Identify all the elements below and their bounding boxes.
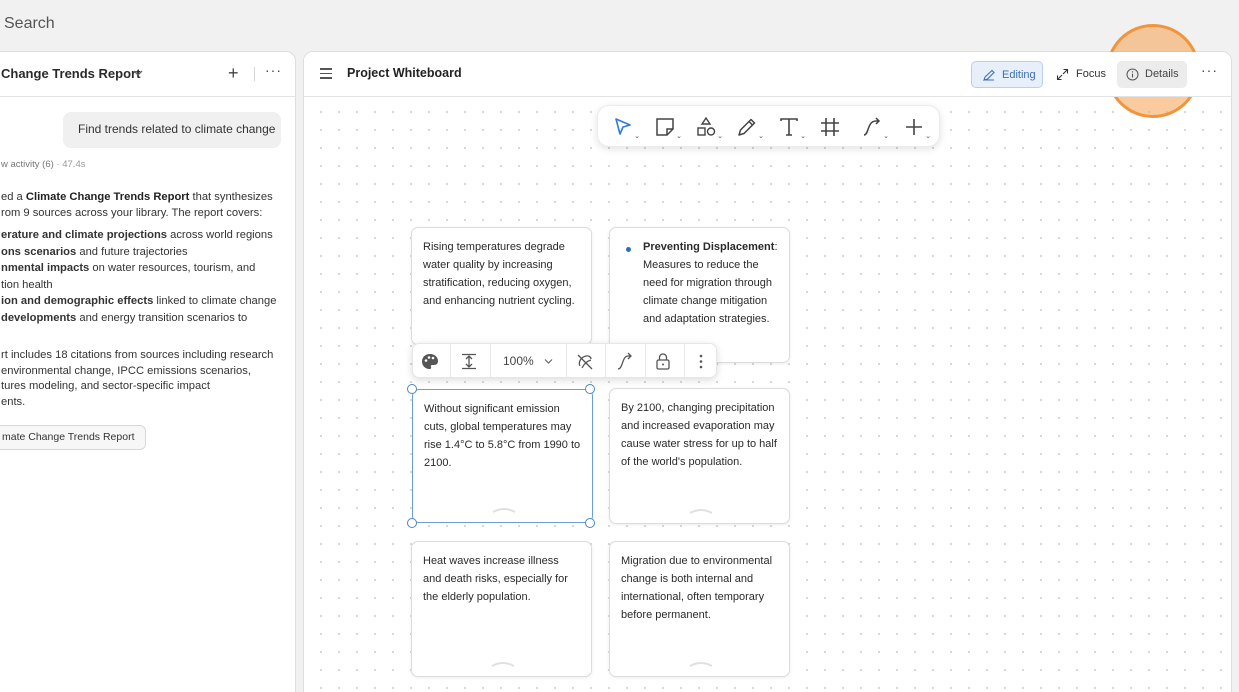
citation-line: tures modeling, and sector-specific impa… (1, 380, 210, 392)
selection-handle[interactable] (407, 384, 417, 394)
sticky-note[interactable]: Heat waves increase illness and death ri… (411, 541, 592, 677)
selection-handle[interactable] (585, 518, 595, 528)
sticky-note[interactable]: By 2100, changing precipitation and incr… (609, 388, 790, 524)
connector-icon[interactable] (615, 344, 635, 379)
details-label: Details (1145, 68, 1179, 80)
note-text: Heat waves increase illness and death ri… (423, 555, 568, 603)
answer-text: rom 9 sources across your library. The r… (1, 207, 263, 219)
new-chat-button[interactable]: + (228, 63, 239, 83)
answer-text: that synthesizes (189, 191, 273, 203)
text-tool-icon[interactable]: ⌄ (778, 116, 806, 140)
selection-handle[interactable] (585, 384, 595, 394)
list-item: ion and demographic effects linked to cl… (1, 295, 277, 307)
more-options-icon[interactable]: ··· (265, 62, 282, 78)
answer-text: ed a (1, 191, 26, 203)
zoom-level[interactable]: 100% (503, 354, 534, 368)
resize-handle-icon[interactable] (490, 661, 516, 667)
color-palette-icon[interactable] (421, 344, 441, 379)
menu-icon[interactable] (320, 68, 332, 79)
resize-handle-icon[interactable] (491, 507, 517, 513)
search-label[interactable]: Search (4, 15, 55, 33)
report-link-button[interactable]: mate Change Trends Report (0, 425, 146, 450)
chevron-down-icon[interactable] (544, 358, 553, 365)
citation-line: environmental change, IPCC emissions sce… (1, 364, 251, 377)
selection-handle[interactable] (407, 518, 417, 528)
activity-summary[interactable]: w activity (6) · 47.4s (1, 159, 85, 170)
whiteboard-panel: Project Whiteboard Editing Focus Details… (303, 51, 1232, 692)
report-link-label: mate Change Trends Report (2, 431, 135, 443)
note-text: : Measures to reduce the need for migrat… (643, 241, 778, 325)
more-options-icon[interactable]: ··· (1201, 62, 1218, 78)
chat-panel: Change Trends Report + ··· Find trends r… (0, 51, 296, 692)
note-bold-text: Preventing Displacement (643, 241, 775, 253)
sticky-note-selected[interactable]: Without significant emission cuts, globa… (412, 389, 593, 523)
sticky-note[interactable]: Rising temperatures degrade water qualit… (411, 227, 592, 345)
drawing-toolbar: ⌄ ⌄ ⌄ ⌄ ⌄ ⌄ ⌄ (597, 105, 940, 147)
select-tool-icon[interactable]: ⌄ (612, 116, 640, 140)
expand-icon (1056, 68, 1069, 81)
lock-icon[interactable] (654, 344, 674, 379)
activity-label: w activity (6) (1, 159, 54, 170)
assistant-answer: ed a Climate Change Trends Report that s… (1, 189, 295, 221)
citation-line: rt includes 18 citations from sources in… (1, 349, 274, 361)
no-fill-icon[interactable] (575, 344, 595, 379)
add-tool-icon[interactable]: ⌄ (903, 116, 931, 140)
report-title[interactable]: Change Trends Report (1, 66, 140, 81)
header-divider (254, 67, 255, 81)
answer-bullets: erature and climate projections across w… (1, 227, 295, 326)
activity-time: · 47.4s (53, 159, 86, 170)
auto-height-icon[interactable] (460, 344, 480, 379)
list-item: developments and energy transition scena… (1, 311, 248, 324)
chat-header: Change Trends Report + ··· (0, 52, 295, 97)
more-vertical-icon[interactable] (695, 344, 707, 379)
page-title: Project Whiteboard (347, 66, 462, 80)
info-icon (1126, 68, 1139, 81)
list-item: erature and climate projections across w… (1, 229, 273, 241)
frame-tool-icon[interactable] (819, 116, 845, 138)
note-tool-icon[interactable]: ⌄ (654, 116, 682, 140)
focus-label: Focus (1076, 68, 1106, 80)
answer-bold: Climate Change Trends Report (25, 191, 190, 203)
card-format-toolbar: 100% (412, 343, 717, 379)
chevron-down-icon[interactable] (133, 68, 143, 78)
user-message: Find trends related to climate change (63, 112, 281, 148)
list-item: tion health (1, 278, 53, 291)
pen-tool-icon[interactable]: ⌄ (736, 116, 764, 140)
citation-line: ents. (1, 395, 26, 408)
user-message-text: Find trends related to climate change (78, 122, 276, 136)
top-bar: Search (0, 0, 1239, 50)
editing-label: Editing (1002, 69, 1036, 81)
resize-handle-icon[interactable] (688, 661, 714, 667)
list-item: nmental impacts on water resources, tour… (1, 262, 256, 274)
note-text: Rising temperatures degrade water qualit… (423, 241, 575, 307)
bullet-icon (626, 247, 631, 252)
shapes-tool-icon[interactable]: ⌄ (695, 116, 723, 140)
pencil-icon (983, 69, 995, 81)
list-item: ons scenarios and future trajectories (1, 245, 188, 258)
connector-tool-icon[interactable]: ⌄ (861, 116, 889, 140)
note-text: Without significant emission cuts, globa… (424, 403, 581, 469)
whiteboard-canvas[interactable]: ⌄ ⌄ ⌄ ⌄ ⌄ ⌄ ⌄ Rising temperatures degrad… (304, 97, 1231, 692)
editing-button[interactable]: Editing (971, 61, 1043, 88)
note-text: By 2100, changing precipitation and incr… (621, 402, 777, 468)
whiteboard-header: Project Whiteboard Editing Focus Details… (304, 52, 1231, 97)
note-text: Migration due to environmental change is… (621, 555, 773, 621)
resize-handle-icon[interactable] (688, 508, 714, 514)
details-button[interactable]: Details (1117, 61, 1187, 88)
citations-text: rt includes 18 citations from sources in… (1, 348, 273, 410)
sticky-note[interactable]: Migration due to environmental change is… (609, 541, 790, 677)
